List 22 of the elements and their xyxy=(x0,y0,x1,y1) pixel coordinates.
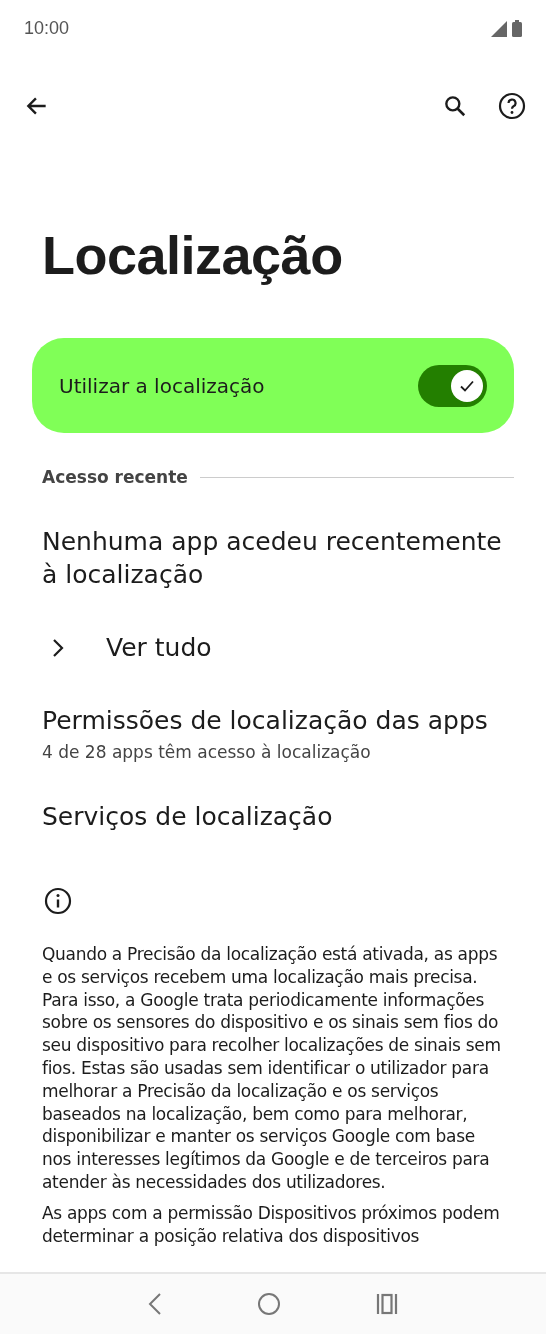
location-switch-card[interactable]: Utilizar a localização xyxy=(32,338,514,433)
help-icon[interactable] xyxy=(498,92,526,120)
signal-icon xyxy=(491,20,507,37)
setting-summary: 4 de 28 apps têm acesso à localização xyxy=(42,742,372,762)
toggle-switch[interactable] xyxy=(418,364,487,407)
recents-nav-icon[interactable] xyxy=(376,1293,399,1315)
see-all-link[interactable]: Ver tudo xyxy=(52,633,504,662)
info-paragraph: Quando a Precisão da localização está ativada, as apps e os serviços recebem uma localização mais precisa. Para isso, a Google trata periodicamente informações sobre os sensores do dispositivo e os sinais sem fios do seu dispositivo para recolher localizações de sinais sem fios. Estas são usadas sem identificar o utilizador para melhorar a Precisão da localização e os serviços baseados na localização, bem como para melhorar, disponibilizar e manter os serviços Google com base nos interesses legítimos da Google e de terceiros para atender às necessidades dos utilizadores. xyxy=(42,943,502,1194)
info-paragraph: As apps com a permissão Dispositivos próximos podem determinar a posição relativa dos dispositivos xyxy=(42,1201,501,1248)
back-nav-icon[interactable] xyxy=(147,1292,162,1316)
chevron-right-icon xyxy=(52,637,64,658)
setting-title[interactable]: Permissões de localização das apps xyxy=(42,704,504,737)
setting-title[interactable]: Serviços de localização xyxy=(42,800,504,833)
setting-title[interactable]: Nenhuma app acedeu recentemente à localização xyxy=(42,525,504,591)
section-header: Acesso recente xyxy=(42,467,188,487)
search-icon[interactable] xyxy=(442,93,468,119)
page-title: Localização xyxy=(42,224,344,286)
info-icon xyxy=(44,887,72,915)
battery-icon xyxy=(512,19,522,37)
switch-label: Utilizar a localização xyxy=(59,373,266,398)
clock-time: 10:00 xyxy=(24,17,70,39)
home-nav-icon[interactable] xyxy=(257,1292,281,1316)
